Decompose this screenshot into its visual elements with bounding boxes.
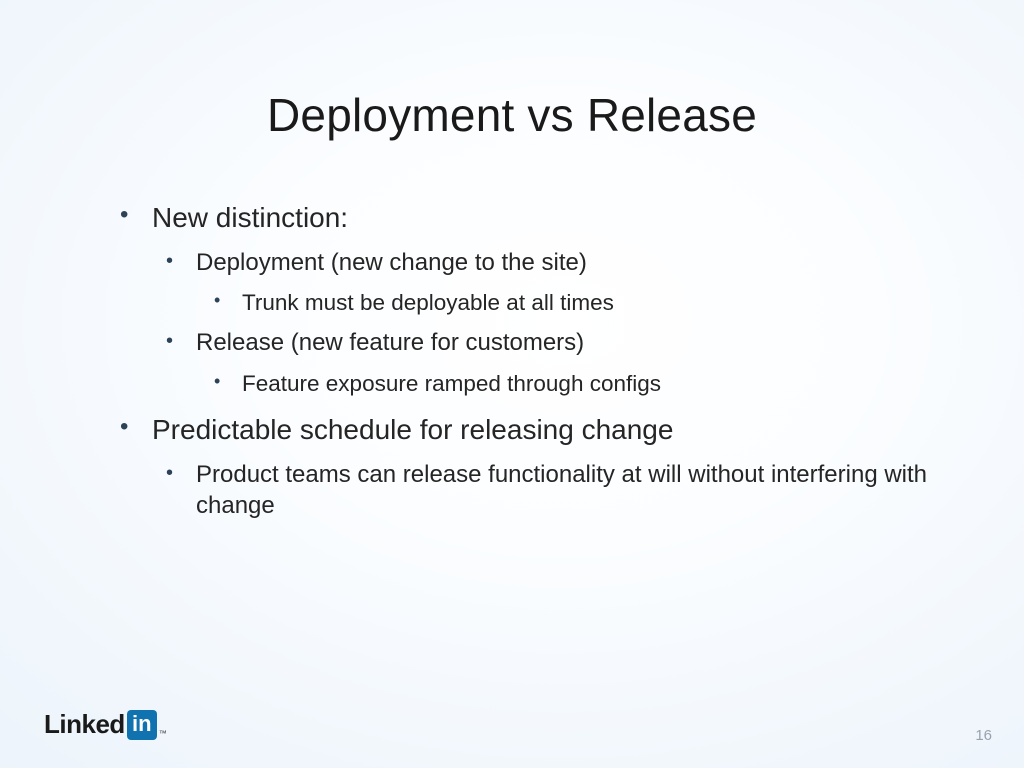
list-item: New distinction: Deployment (new change … <box>112 200 964 398</box>
bullet-text: Product teams can release functionality … <box>196 461 927 519</box>
bullet-text: New distinction: <box>152 202 348 233</box>
logo-trademark: ™ <box>159 729 167 740</box>
slide-title: Deployment vs Release <box>0 88 1024 142</box>
list-item: Product teams can release functionality … <box>152 459 964 521</box>
page-number: 16 <box>975 727 992 744</box>
slide-content: New distinction: Deployment (new change … <box>112 200 964 535</box>
logo-text-linked: Linked <box>44 709 125 740</box>
bullet-text: Release (new feature for customers) <box>196 329 584 356</box>
slide: Deployment vs Release New distinction: D… <box>0 0 1024 768</box>
list-item: Trunk must be deployable at all times <box>196 288 964 317</box>
bullet-text: Trunk must be deployable at all times <box>242 290 614 315</box>
list-item: Deployment (new change to the site) Trun… <box>152 247 964 317</box>
bullet-text: Deployment (new change to the site) <box>196 249 587 276</box>
bullet-text: Predictable schedule for releasing chang… <box>152 414 673 445</box>
list-item: Release (new feature for customers) Feat… <box>152 327 964 397</box>
linkedin-logo: Linked in ™ <box>44 709 167 740</box>
list-item: Predictable schedule for releasing chang… <box>112 412 964 521</box>
list-item: Feature exposure ramped through configs <box>196 369 964 398</box>
bullet-text: Feature exposure ramped through configs <box>242 371 661 396</box>
logo-text-in: in <box>127 710 157 740</box>
